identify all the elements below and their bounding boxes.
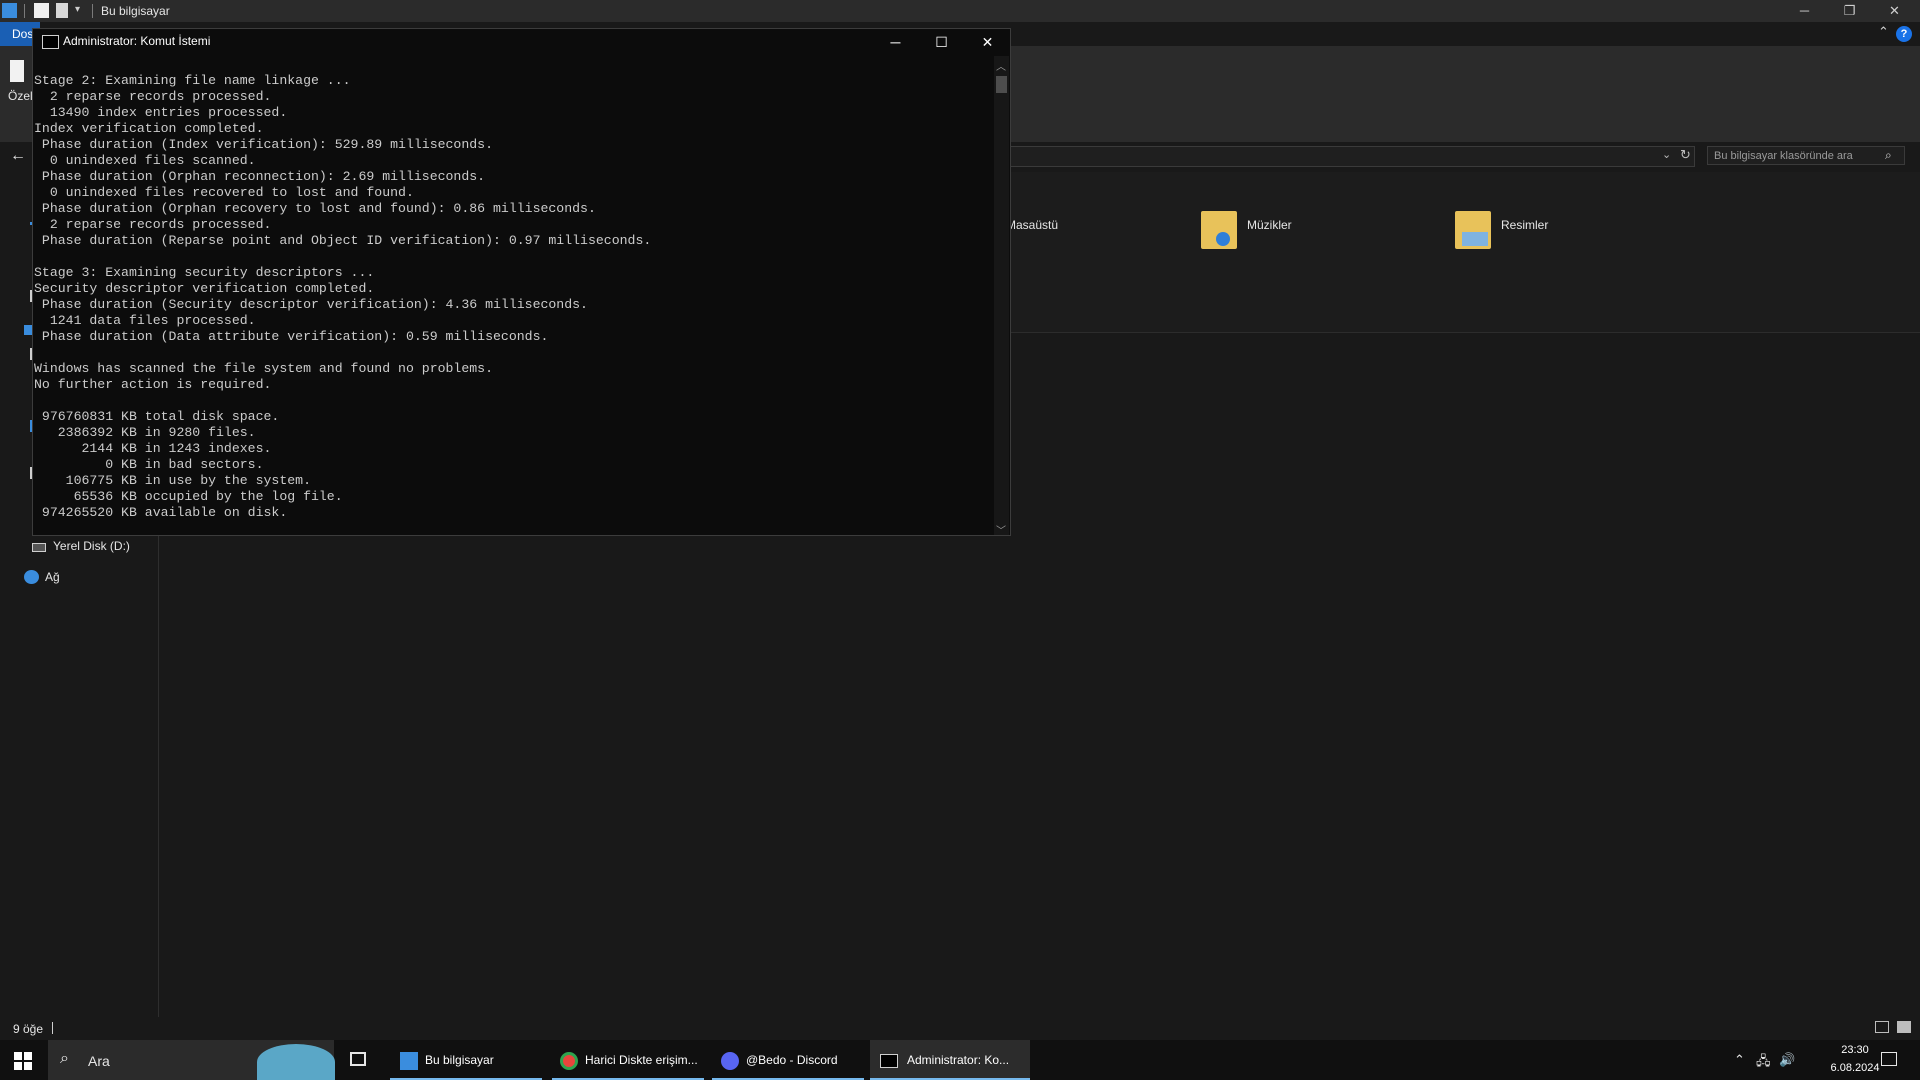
pin-label[interactable]: Özelleştir [8,89,34,103]
explorer-close-button[interactable]: ✕ [1872,0,1917,22]
cmd-scroll-thumb[interactable] [996,76,1007,93]
cmd-maximize-button[interactable]: ☐ [919,29,964,56]
large-icons-view-icon[interactable] [1897,1021,1911,1033]
windows-start-icon[interactable] [14,1052,32,1070]
folder-label-desktop[interactable]: Masaüstü [1006,218,1058,232]
quick-access-dropdown-icon[interactable]: ▾ [75,4,80,15]
network-icon[interactable] [24,570,39,584]
nav-item-network[interactable]: Ağ [45,570,60,584]
folder-label-music[interactable]: Müzikler [1247,218,1292,232]
explorer-restore-button[interactable]: ❐ [1827,0,1872,22]
cmd-icon [880,1054,898,1068]
network-tray-icon[interactable]: 🖧 [1756,1052,1771,1074]
notification-center-icon[interactable] [1881,1052,1897,1066]
collapse-ribbon-icon[interactable]: ⌃ [1878,24,1889,40]
folder-label-pictures[interactable]: Resimler [1501,218,1548,232]
picture-thumb-icon [1462,232,1488,246]
explorer-icon [400,1052,418,1070]
address-bar[interactable] [1005,146,1695,167]
clock-date[interactable]: 6.08.2024 [1820,1062,1890,1074]
properties-icon[interactable] [34,3,49,18]
help-icon[interactable]: ? [1896,26,1912,42]
clock-time[interactable]: 23:30 [1820,1044,1890,1056]
details-view-icon[interactable] [1875,1021,1889,1033]
taskbar-search-placeholder[interactable]: Ara [88,1053,110,1069]
explorer-titlebar [0,0,1920,22]
chrome-icon [560,1052,578,1070]
quick-access-separator [24,4,25,18]
taskbar-app-label: Administrator: Ko... [907,1053,1010,1067]
nav-item-drive-d[interactable]: Yerel Disk (D:) [53,539,130,553]
volume-icon[interactable]: 🔊 [1779,1052,1795,1068]
search-highlight-image [257,1044,335,1080]
status-item-count: 9 öğe [13,1022,44,1036]
explorer-title: Bu bilgisayar [101,4,170,18]
cmd-title: Administrator: Komut İstemi [63,34,211,48]
cmd-close-button[interactable]: ✕ [965,29,1010,56]
scroll-up-icon[interactable]: ︿ [996,58,1006,73]
taskbar-app-label: Harici Diskte erişim... [585,1053,698,1067]
task-view-icon[interactable] [350,1052,366,1066]
new-folder-icon[interactable] [56,3,68,18]
cmd-minimize-button[interactable]: ─ [873,29,918,56]
cmd-scrollbar[interactable] [994,56,1009,535]
tray-overflow-icon[interactable]: ⌃ [1734,1052,1745,1068]
search-icon[interactable]: ⌕ [60,1050,69,1068]
status-separator [52,1022,53,1034]
refresh-icon[interactable]: ↻ [1680,147,1691,163]
explorer-minimize-button[interactable]: ─ [1782,0,1827,22]
address-dropdown-icon[interactable]: ⌄ [1662,148,1671,161]
title-separator [92,4,93,18]
folders-section [1000,172,1920,333]
discord-icon [721,1052,739,1070]
status-bar [0,1017,1920,1039]
search-input[interactable]: Bu bilgisayar klasöründe ara [1707,146,1905,165]
scroll-down-icon[interactable]: ﹀ [996,522,1006,537]
music-note-icon [1216,232,1230,246]
drive-icon[interactable] [32,543,46,552]
search-icon[interactable]: ⌕ [1885,148,1892,163]
taskbar-app-label: @Bedo - Discord [746,1053,838,1067]
pin-icon[interactable] [10,60,24,82]
taskbar-app-label: Bu bilgisayar [425,1053,494,1067]
cmd-window-icon[interactable] [42,35,59,49]
back-arrow-icon[interactable]: ← [10,147,26,165]
cmd-output[interactable]: Stage 2: Examining file name linkage ...… [34,73,984,521]
this-pc-icon [2,3,17,18]
